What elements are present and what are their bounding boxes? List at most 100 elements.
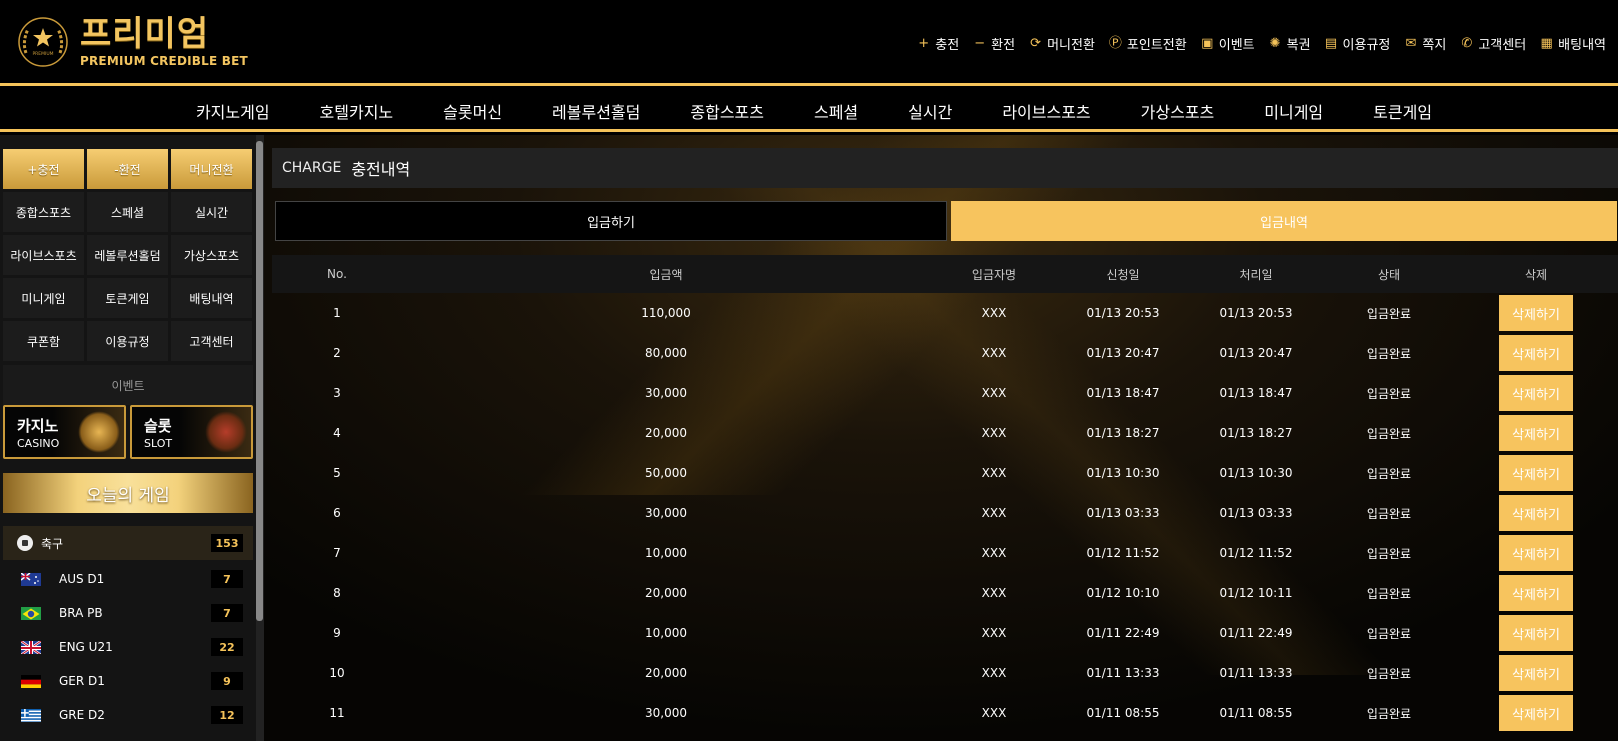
site-header: PREMIUM 프리미엄 PREMIUM CREDIBLE BET + 충전 − 환전… <box>0 0 1618 86</box>
sidebar-button-10[interactable]: 토큰게임 <box>87 278 168 318</box>
request-date: 01/13 20:53 <box>1086 306 1160 320</box>
delete-button[interactable]: 삭제하기 <box>1499 615 1573 651</box>
sport-row-soccer[interactable]: 축구 153 <box>3 526 253 560</box>
top-link-4[interactable]: ▣ 이벤트 <box>1201 34 1255 53</box>
top-link-9[interactable]: ▦ 배팅내역 <box>1540 34 1607 53</box>
main-nav-item-5[interactable]: 스페셜 <box>789 99 883 123</box>
processed-date: 01/13 20:47 <box>1219 346 1293 360</box>
league-item-0[interactable]: AUS D1 7 <box>3 562 253 596</box>
sidebar-button-7[interactable]: 레볼루션홀덤 <box>87 235 168 275</box>
delete-button[interactable]: 삭제하기 <box>1499 695 1573 731</box>
request-date: 01/11 08:55 <box>1086 706 1160 720</box>
status-text: 입금완료 <box>1366 426 1412 441</box>
sidebar-scrollbar-thumb[interactable] <box>256 141 263 621</box>
league-item-3[interactable]: GER D1 9 <box>3 664 253 698</box>
delete-button[interactable]: 삭제하기 <box>1499 415 1573 451</box>
sidebar-button-14[interactable]: 고객센터 <box>171 321 252 361</box>
sidebar-button-3[interactable]: 종합스포츠 <box>3 192 84 232</box>
league-item-1[interactable]: BRA PB 7 <box>3 596 253 630</box>
delete-cell: 삭제하기 <box>1454 453 1618 493</box>
sidebar-button-5[interactable]: 실시간 <box>171 192 252 232</box>
delete-button[interactable]: 삭제하기 <box>1499 295 1573 331</box>
page-title: 충전내역 <box>351 160 411 179</box>
table-row: 1 110,000 XXX 01/13 20:53 01/13 20:53 입금완료 삭제하… <box>272 293 1618 333</box>
header-divider-bottom <box>0 129 1618 132</box>
main-nav-item-0[interactable]: 카지노게임 <box>171 99 295 123</box>
delete-button[interactable]: 삭제하기 <box>1499 655 1573 691</box>
slot-banner-title: 슬롯 <box>144 417 172 435</box>
br-flag-icon <box>21 606 41 620</box>
top-link-2[interactable]: ⟳ 머니전환 <box>1029 34 1095 53</box>
request-date: 01/11 13:33 <box>1086 666 1160 680</box>
casino-chip-icon <box>78 411 120 453</box>
main-nav-item-6[interactable]: 실시간 <box>883 99 977 123</box>
deposit-history-table: No. 입금액 입금자명 신청일 처리일 상태 삭제 1 110,000 XXX 01/13 20… <box>272 255 1618 733</box>
league-item-4[interactable]: GRE D2 12 <box>3 698 253 732</box>
phone-icon: ✆ <box>1461 36 1473 51</box>
row-number: 4 <box>333 426 341 440</box>
top-link-3[interactable]: Ⓟ 포인트전환 <box>1109 34 1187 53</box>
deposit-amount: 10,000 <box>645 626 687 640</box>
main-nav-item-7[interactable]: 라이브스포츠 <box>977 99 1115 123</box>
main-nav-item-10[interactable]: 토큰게임 <box>1348 99 1457 123</box>
sidebar-button-11[interactable]: 배팅내역 <box>171 278 252 318</box>
main-nav-item-4[interactable]: 종합스포츠 <box>665 99 789 123</box>
status-text: 입금완료 <box>1366 506 1412 521</box>
logo-subtitle: PREMIUM CREDIBLE BET <box>80 54 248 68</box>
refresh-icon: ⟳ <box>1030 36 1042 51</box>
delete-button[interactable]: 삭제하기 <box>1499 495 1573 531</box>
status-text: 입금완료 <box>1366 346 1412 361</box>
tab-deposit-history[interactable]: 입금내역 <box>951 201 1617 241</box>
sport-count-badge: 153 <box>211 534 243 552</box>
top-link-6[interactable]: ▤ 이용규정 <box>1325 34 1391 53</box>
main-nav-item-9[interactable]: 미니게임 <box>1239 99 1348 123</box>
league-item-2[interactable]: ENG U21 22 <box>3 630 253 664</box>
top-link-1[interactable]: − 환전 <box>973 34 1015 53</box>
todays-games-header: 오늘의 게임 <box>3 473 253 513</box>
main-nav-item-3[interactable]: 레볼루션홀덤 <box>527 99 665 123</box>
main-nav-item-1[interactable]: 호텔카지노 <box>295 99 419 123</box>
sidebar-button-0[interactable]: +충전 <box>3 149 84 189</box>
sidebar-button-4[interactable]: 스페셜 <box>87 192 168 232</box>
sidebar-button-2[interactable]: 머니전환 <box>171 149 252 189</box>
deposit-amount: 10,000 <box>645 546 687 560</box>
envelope-icon: ✉ <box>1405 36 1417 51</box>
site-logo[interactable]: PREMIUM 프리미엄 PREMIUM CREDIBLE BET <box>16 12 248 72</box>
top-link-bar: + 충전 − 환전 ⟳ 머니전환 Ⓟ 포인트전환 ▣ 이벤트 ✺ 복권 ▤ 이용규정 ✉ 쪽지 ✆ 고객센터 ▦ 배팅… <box>917 34 1606 53</box>
tab-deposit[interactable]: 입금하기 <box>275 201 947 241</box>
gb-flag-icon <box>21 640 41 654</box>
status-text: 입금완료 <box>1366 706 1412 721</box>
delete-button[interactable]: 삭제하기 <box>1499 375 1573 411</box>
casino-banner-title: 카지노 <box>17 417 59 435</box>
delete-button[interactable]: 삭제하기 <box>1499 575 1573 611</box>
top-link-5[interactable]: ✺ 복권 <box>1269 34 1311 53</box>
main-nav-item-2[interactable]: 슬롯머신 <box>418 99 527 123</box>
casino-banner[interactable]: 카지노 CASINO <box>3 405 126 459</box>
status-text: 입금완료 <box>1366 546 1412 561</box>
soccer-ball-icon <box>17 535 33 551</box>
top-link-7[interactable]: ✉ 쪽지 <box>1404 34 1446 53</box>
sidebar-button-13[interactable]: 이용규정 <box>87 321 168 361</box>
sidebar-button-12[interactable]: 쿠폰함 <box>3 321 84 361</box>
status-text: 입금완료 <box>1366 666 1412 681</box>
delete-button[interactable]: 삭제하기 <box>1499 335 1573 371</box>
gr-flag-icon <box>21 708 41 722</box>
delete-button[interactable]: 삭제하기 <box>1499 535 1573 571</box>
processed-date: 01/13 20:53 <box>1219 306 1293 320</box>
sport-name: 축구 <box>41 536 64 551</box>
sidebar-button-1[interactable]: -환전 <box>87 149 168 189</box>
main-nav-item-8[interactable]: 가상스포츠 <box>1116 99 1240 123</box>
sidebar-button-9[interactable]: 미니게임 <box>3 278 84 318</box>
table-row: 3 30,000 XXX 01/13 18:47 01/13 18:47 입금완료 삭제하기 <box>272 373 1618 413</box>
top-link-0[interactable]: + 충전 <box>917 34 959 53</box>
slot-banner[interactable]: 슬롯 SLOT <box>130 405 253 459</box>
sidebar-button-6[interactable]: 라이브스포츠 <box>3 235 84 275</box>
lottery-icon: ✺ <box>1269 36 1281 51</box>
top-link-8[interactable]: ✆ 고객센터 <box>1460 34 1526 53</box>
delete-button[interactable]: 삭제하기 <box>1499 455 1573 491</box>
row-number: 11 <box>329 706 345 720</box>
league-list: AUS D1 7 BRA PB 7 ENG U21 22 GER D1 9 GRE D2 12 <box>3 562 253 732</box>
league-name: ENG U21 <box>59 640 113 654</box>
delete-cell: 삭제하기 <box>1454 493 1618 533</box>
sidebar-button-8[interactable]: 가상스포츠 <box>171 235 252 275</box>
